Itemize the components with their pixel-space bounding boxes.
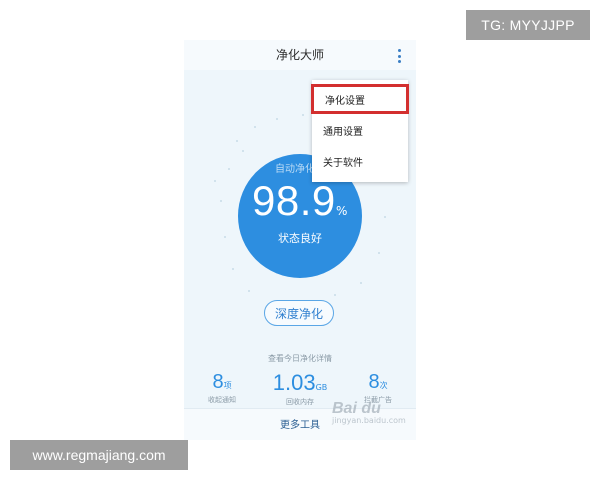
today-details-link[interactable]: 查看今日净化详情 [184, 353, 416, 364]
stat-caption: 拦截广告 [364, 396, 392, 404]
menu-item-general-settings[interactable]: 通用设置 [312, 115, 408, 145]
more-vertical-icon[interactable] [394, 49, 404, 63]
tg-watermark: TG: MYYJJPP [466, 10, 590, 40]
stat-value: 8 [368, 371, 380, 393]
menu-item-purify-settings[interactable]: 净化设置 [311, 84, 409, 114]
stat-ads: 8次 拦截广告 [358, 372, 398, 412]
overflow-menu: 净化设置 通用设置 关于软件 [311, 80, 409, 182]
url-watermark: www.regmajiang.com [10, 440, 188, 470]
deep-clean-button[interactable]: 深度净化 [264, 300, 334, 326]
stat-caption: 收起通知 [208, 396, 236, 404]
stat-notifications: 8项 收起通知 [202, 372, 242, 412]
gauge-status-label: 状态良好 [278, 232, 322, 245]
stat-unit: 次 [379, 381, 388, 390]
stat-memory: 1.03GB 回收内存 [268, 372, 332, 412]
more-tools-button[interactable]: 更多工具 [184, 416, 416, 431]
stat-value: 8 [212, 371, 224, 393]
stat-caption: 回收内存 [286, 398, 314, 406]
stat-value: 1.03 [272, 370, 316, 395]
menu-item-about[interactable]: 关于软件 [312, 146, 408, 176]
app-header: 净化大师 [184, 40, 416, 70]
gauge-score-value: 98.9 [252, 177, 336, 224]
gauge-score-unit: % [336, 204, 348, 218]
stat-unit: GB [315, 383, 328, 392]
app-title: 净化大师 [275, 48, 324, 62]
stat-unit: 项 [223, 381, 232, 390]
